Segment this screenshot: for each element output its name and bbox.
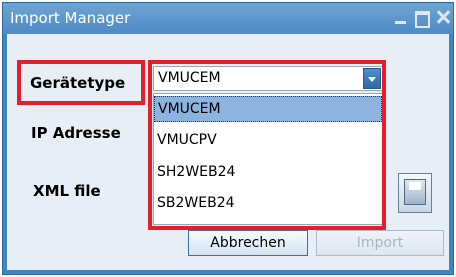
close-icon[interactable]	[436, 9, 452, 25]
cancel-button[interactable]: Abbrechen	[188, 230, 308, 256]
highlight-box-combobox	[148, 60, 386, 230]
save-disk-icon	[404, 179, 426, 205]
ip-address-label: IP Adresse	[31, 124, 121, 142]
minimize-icon[interactable]	[393, 9, 409, 25]
browse-file-button[interactable]	[398, 173, 432, 213]
import-button[interactable]: Import	[316, 230, 444, 256]
highlight-box-label	[17, 60, 145, 105]
title-bar: Import Manager	[3, 3, 453, 34]
maximize-icon[interactable]	[414, 9, 430, 28]
window-title: Import Manager	[10, 9, 131, 27]
xml-file-label: XML file	[33, 182, 101, 200]
